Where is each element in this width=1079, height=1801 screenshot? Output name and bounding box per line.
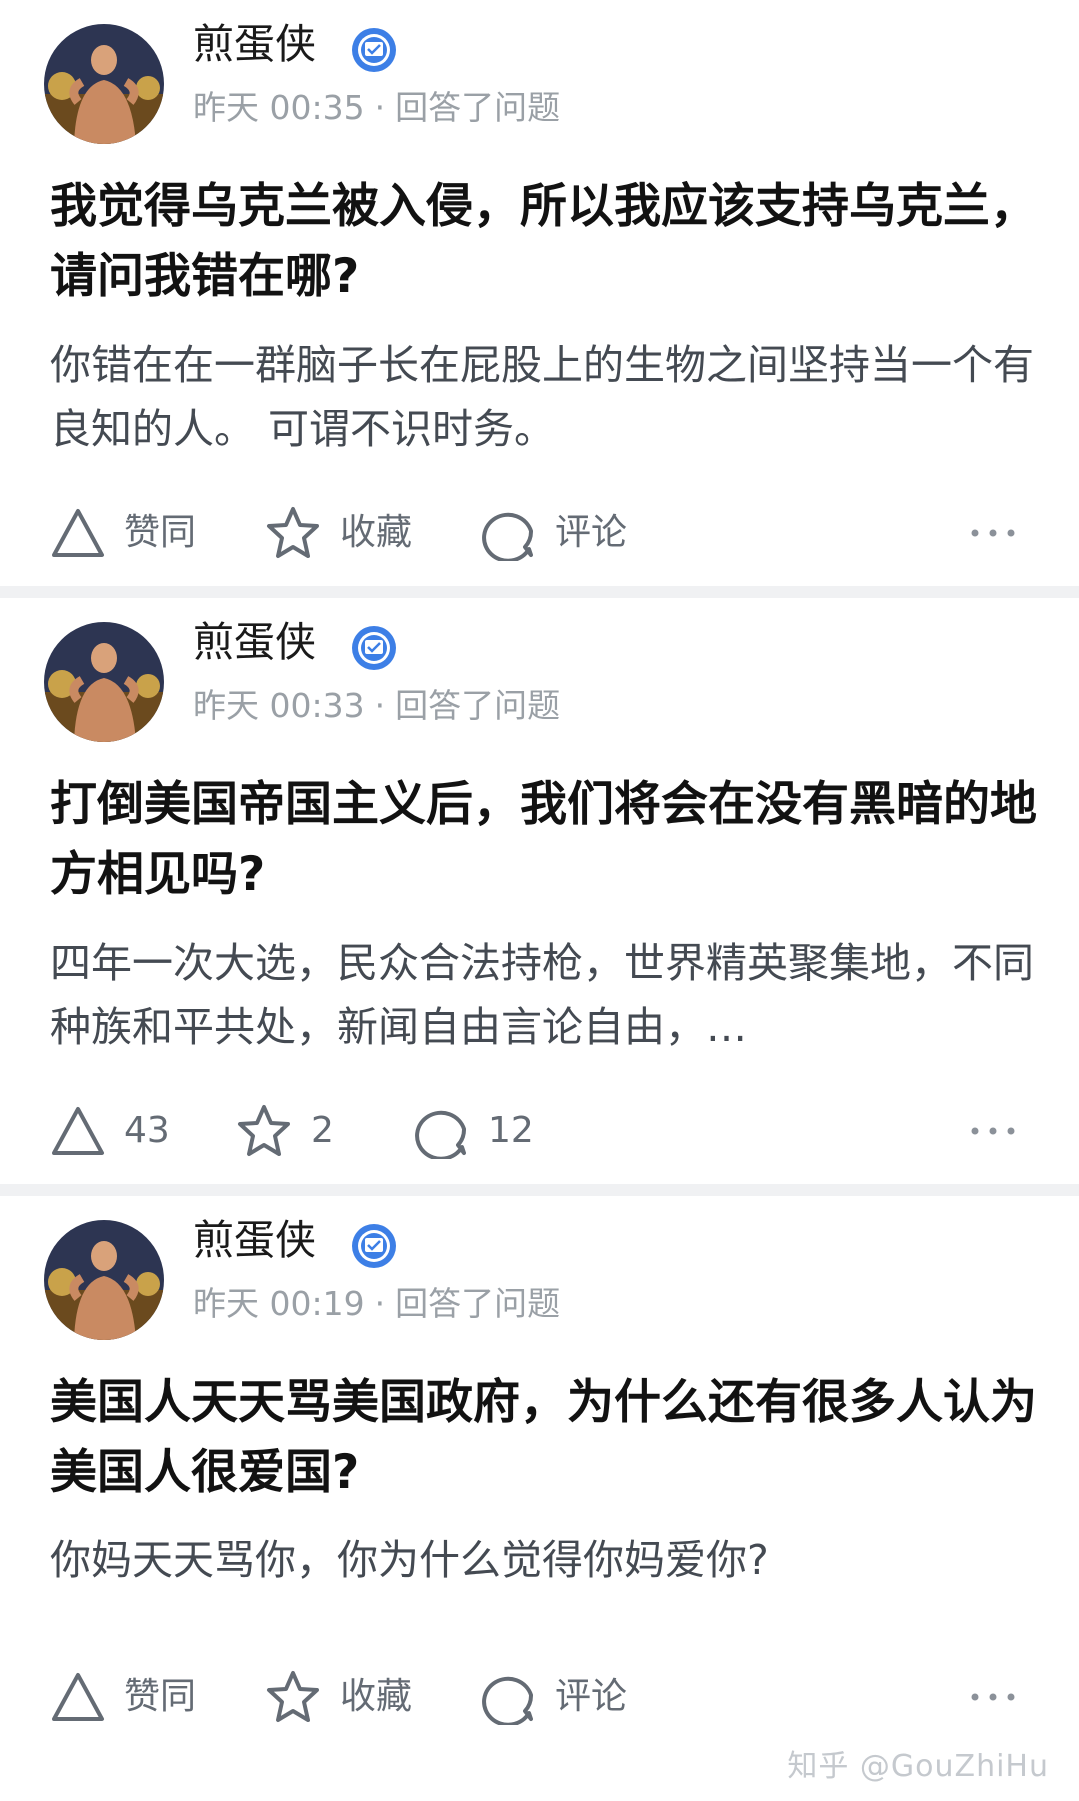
meta-separator: · bbox=[374, 1284, 386, 1323]
upvote-count: 43 bbox=[124, 1110, 170, 1151]
comment-label: 评论 bbox=[555, 1676, 628, 1717]
post-time: 昨天 00:35 bbox=[193, 88, 365, 127]
post-time: 昨天 00:33 bbox=[193, 686, 365, 725]
speech-bubble-icon bbox=[482, 512, 533, 561]
star-icon bbox=[267, 507, 319, 558]
question-title[interactable]: 我觉得乌克兰被入侵，所以我应该支持乌克兰，请问我错在哪? bbox=[50, 172, 1040, 312]
avatar[interactable] bbox=[44, 24, 164, 144]
meta-separator: · bbox=[374, 686, 386, 725]
answer-excerpt[interactable]: 你妈天天骂你，你为什么觉得你妈爱你? bbox=[50, 1528, 1040, 1592]
answer-feed: 煎蛋侠 昨天 00:35 · 回答了问题 我觉得乌克兰被入侵，所以我应该支持乌克兰，… bbox=[0, 0, 1079, 1782]
answer-excerpt[interactable]: 你错在在一群脑子长在屁股上的生物之间坚持当一个有良知的人。 可谓不识时务。 bbox=[50, 333, 1040, 461]
upvote-label: 赞同 bbox=[124, 512, 197, 553]
post-time: 昨天 00:19 bbox=[193, 1284, 365, 1323]
more-horizontal-icon[interactable] bbox=[969, 1116, 1017, 1146]
post-action: 回答了问题 bbox=[395, 1284, 561, 1323]
favorite-label: 收藏 bbox=[340, 512, 413, 553]
upvote-button[interactable]: 赞同 bbox=[50, 1666, 196, 1728]
comment-button[interactable]: 评论 bbox=[481, 502, 627, 564]
upvote-button[interactable]: 43 bbox=[50, 1100, 170, 1162]
comment-button[interactable]: 评论 bbox=[481, 1666, 627, 1728]
verified-badge-icon bbox=[352, 626, 396, 670]
favorite-button[interactable]: 收藏 bbox=[264, 1666, 412, 1728]
comment-count: 12 bbox=[488, 1110, 534, 1151]
answer-card[interactable]: 煎蛋侠 昨天 00:33 · 回答了问题 打倒美国帝国主义后，我们将会在没有黑暗的地… bbox=[0, 598, 1079, 1184]
triangle-up-icon bbox=[52, 1673, 104, 1721]
avatar[interactable] bbox=[44, 622, 164, 742]
action-bar: 赞同 收藏 评论 bbox=[0, 1666, 1079, 1728]
card-divider bbox=[0, 586, 1079, 598]
card-divider bbox=[0, 1184, 1079, 1196]
more-horizontal-icon[interactable] bbox=[969, 518, 1017, 548]
upvote-label: 赞同 bbox=[124, 1676, 197, 1717]
favorite-count: 2 bbox=[311, 1110, 334, 1151]
answer-excerpt[interactable]: 四年一次大选，民众合法持枪，世界精英聚集地，不同种族和平共处，新闻自由言论自由，… bbox=[50, 931, 1040, 1059]
post-meta: 昨天 00:35 · 回答了问题 bbox=[193, 86, 560, 130]
favorite-label: 收藏 bbox=[340, 1676, 413, 1717]
answer-card[interactable]: 煎蛋侠 昨天 00:35 · 回答了问题 我觉得乌克兰被入侵，所以我应该支持乌克兰，… bbox=[0, 0, 1079, 586]
triangle-up-icon bbox=[52, 509, 104, 557]
question-title[interactable]: 美国人天天骂美国政府，为什么还有很多人认为美国人很爱国? bbox=[50, 1368, 1040, 1508]
avatar[interactable] bbox=[44, 1220, 164, 1340]
action-bar: 赞同 收藏 评论 bbox=[0, 502, 1079, 564]
post-action: 回答了问题 bbox=[395, 686, 561, 725]
star-icon bbox=[238, 1105, 290, 1156]
upvote-button[interactable]: 赞同 bbox=[50, 502, 196, 564]
speech-bubble-icon bbox=[415, 1110, 466, 1159]
question-title[interactable]: 打倒美国帝国主义后，我们将会在没有黑暗的地方相见吗? bbox=[50, 770, 1040, 910]
speech-bubble-icon bbox=[482, 1676, 533, 1725]
post-meta: 昨天 00:19 · 回答了问题 bbox=[193, 1282, 560, 1326]
meta-separator: · bbox=[374, 88, 386, 127]
author-name[interactable]: 煎蛋侠 bbox=[193, 1214, 316, 1266]
answer-card[interactable]: 煎蛋侠 昨天 00:19 · 回答了问题 美国人天天骂美国政府，为什么还有很多人认为… bbox=[0, 1196, 1079, 1782]
author-name[interactable]: 煎蛋侠 bbox=[193, 18, 316, 70]
watermark: 知乎 @GouZhiHu bbox=[787, 1749, 1049, 1784]
more-horizontal-icon[interactable] bbox=[969, 1682, 1017, 1712]
triangle-up-icon bbox=[52, 1107, 104, 1155]
favorite-button[interactable]: 2 bbox=[235, 1100, 334, 1162]
comment-button[interactable]: 12 bbox=[414, 1100, 534, 1162]
action-bar: 43 2 12 bbox=[0, 1100, 1079, 1162]
post-meta: 昨天 00:33 · 回答了问题 bbox=[193, 684, 560, 728]
author-name[interactable]: 煎蛋侠 bbox=[193, 616, 316, 668]
comment-label: 评论 bbox=[555, 512, 628, 553]
verified-badge-icon bbox=[352, 1224, 396, 1268]
verified-badge-icon bbox=[352, 28, 396, 72]
star-icon bbox=[267, 1671, 319, 1722]
post-action: 回答了问题 bbox=[395, 88, 561, 127]
favorite-button[interactable]: 收藏 bbox=[264, 502, 412, 564]
